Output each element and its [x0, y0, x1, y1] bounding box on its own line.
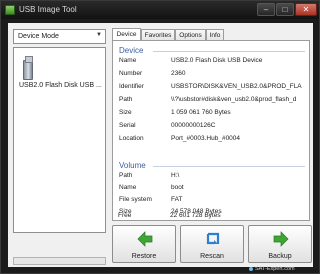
volume-row-file-system: File system FAT: [119, 196, 307, 206]
detail-row-number: Number 2360: [119, 70, 307, 80]
volume-row-path: Path H:\: [119, 172, 307, 182]
detail-value: USBSTOR\DISK&VEN_USB2.0&PROD_FLA: [171, 83, 302, 90]
detail-row-location: Location Port_#0003.Hub_#0004: [119, 135, 307, 145]
chevron-down-icon[interactable]: ▼: [96, 32, 102, 38]
volume-row-free: Free 22 601 728 Bytes: [118, 212, 306, 222]
title-bar[interactable]: USB Image Tool – □ ✕: [1, 1, 319, 19]
device-list[interactable]: USB2.0 Flash Disk USB ...: [13, 47, 106, 233]
section-title-device: Device: [119, 46, 144, 55]
rescan-icon: [206, 232, 220, 245]
watermark-text: SAT-Expert.com: [255, 266, 295, 272]
detail-value: boot: [171, 184, 184, 191]
restore-button-label: Restore: [131, 253, 157, 260]
detail-label: Name: [119, 184, 137, 191]
close-button[interactable]: ✕: [295, 3, 317, 16]
backup-button[interactable]: Backup: [248, 225, 312, 263]
detail-row-path: Path \\?\usbstor#disk&ven_usb2.0&prod_fl…: [119, 96, 307, 106]
detail-label: Path: [119, 172, 133, 179]
minimize-button[interactable]: –: [257, 3, 275, 16]
arrow-right-icon: [273, 231, 289, 247]
device-list-item[interactable]: USB2.0 Flash Disk USB ...: [17, 56, 103, 98]
rescan-button-label: Rescan: [200, 253, 224, 260]
client-area: Device Mode ▼ USB2.0 Flash Disk USB ... …: [8, 23, 313, 267]
detail-value: \\?\usbstor#disk&ven_usb2.0&prod_flash_d: [171, 96, 297, 103]
rescan-button[interactable]: Rescan: [180, 225, 244, 263]
mode-dropdown[interactable]: Device Mode ▼: [13, 29, 106, 44]
detail-label: File system: [119, 196, 152, 203]
watermark: SAT-Expert.com: [249, 266, 295, 272]
app-icon: [5, 5, 15, 15]
detail-label: Name: [119, 57, 137, 64]
detail-label: Size: [119, 109, 132, 116]
detail-row-size: Size 1 059 061 760 Bytes: [119, 109, 307, 119]
detail-label: Path: [119, 96, 133, 103]
detail-row-identifier: Identifier USBSTOR\DISK&VEN_USB2.0&PROD_…: [119, 83, 307, 93]
mode-dropdown-value: Device Mode: [18, 33, 59, 40]
detail-value: FAT: [171, 196, 183, 203]
usb-drive-icon: [23, 56, 33, 80]
watermark-icon: [249, 266, 253, 271]
detail-value: 2360: [171, 70, 186, 77]
detail-row-name: Name USB2.0 Flash Disk USB Device: [119, 57, 307, 67]
detail-row-serial: Serial 00000000126C: [119, 122, 307, 132]
detail-value: 00000000126C: [171, 122, 216, 129]
progress-bar: [13, 257, 106, 265]
section-title-volume: Volume: [119, 161, 146, 170]
detail-label: Location: [119, 135, 144, 142]
detail-label: Free: [118, 212, 132, 219]
restore-button[interactable]: Restore: [112, 225, 176, 263]
maximize-button[interactable]: □: [276, 3, 294, 16]
device-list-item-label: USB2.0 Flash Disk USB ...: [19, 82, 102, 89]
backup-button-label: Backup: [268, 253, 292, 260]
app-window: USB Image Tool – □ ✕ Device Mode ▼ USB2.…: [0, 0, 320, 274]
detail-value: USB2.0 Flash Disk USB Device: [171, 57, 263, 64]
detail-value: H:\: [171, 172, 180, 179]
section-divider: [153, 166, 305, 167]
device-details-panel: Device Name USB2.0 Flash Disk USB Device…: [112, 40, 310, 221]
detail-label: Number: [119, 70, 143, 77]
window-title: USB Image Tool: [19, 5, 77, 14]
detail-value: 1 059 061 760 Bytes: [171, 109, 231, 116]
detail-value: 22 601 728 Bytes: [170, 212, 221, 219]
detail-label: Serial: [119, 122, 136, 129]
detail-value: Port_#0003.Hub_#0004: [171, 135, 241, 142]
arrow-left-icon: [137, 231, 153, 247]
volume-row-name: Name boot: [119, 184, 307, 194]
section-divider: [153, 51, 305, 52]
detail-label: Identifier: [119, 83, 144, 90]
